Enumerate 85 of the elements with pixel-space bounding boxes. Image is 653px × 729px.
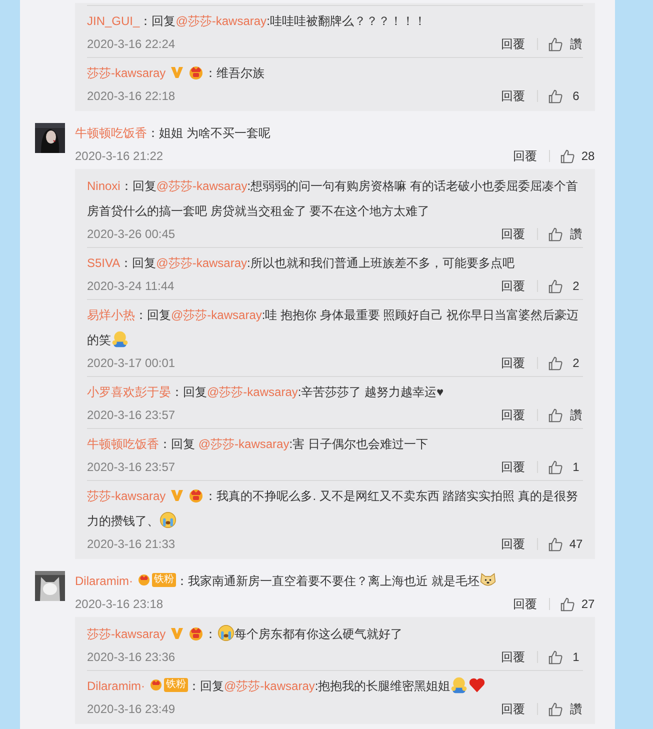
comment-text: 莎莎-kawsaray ：我真的不挣呢么多. 又不是网红又不卖东西 踏踏实实拍照 真的是很努力的攒钱了、 bbox=[87, 486, 580, 531]
comment-text: 牛顿顿吃饭香：姐姐 为啥不买一套呢 bbox=[75, 125, 272, 142]
comment-date: 2020-3-26 00:45 bbox=[87, 226, 176, 243]
thumbs-up-icon bbox=[548, 36, 563, 52]
comment-text: JIN_GUI_：回复@莎莎-kawsaray:哇哇哇被翻牌么？？？！！！ bbox=[87, 13, 427, 30]
reply-link[interactable]: 回覆 bbox=[499, 458, 527, 476]
like-count: 讚 bbox=[569, 407, 583, 424]
like-button[interactable]: 2 bbox=[548, 354, 583, 372]
member-crown-icon bbox=[186, 64, 205, 80]
reply-link[interactable]: 回覆 bbox=[499, 354, 527, 372]
comment-text: 易烊小热：回复@莎莎-kawsaray:哇 抱抱你 身体最重要 照顾好自己 祝你早日当富婆然后豪迈的笑 bbox=[87, 307, 580, 350]
fan-badge: 铁粉 bbox=[164, 678, 188, 692]
comment-date: 2020-3-16 22:18 bbox=[87, 88, 176, 105]
member-crown-icon bbox=[149, 678, 163, 692]
comment-text: 莎莎-kawsaray ： 每个房东都有你这么硬气就好了 bbox=[87, 622, 583, 647]
like-button[interactable]: 28 bbox=[560, 147, 595, 165]
comment-text: Ninoxi：回复@莎莎-kawsaray:想弱弱的问一句有购房资格嘛 有的话老破小也委屈委屈凑个首房首贷什么的搞一套吧 房贷就当交租金了 要不在这个地方太难了 bbox=[87, 178, 579, 220]
comment-date: 2020-3-16 23:49 bbox=[87, 701, 176, 718]
reply-link[interactable]: 回覆 bbox=[499, 648, 527, 666]
comment-date: 2020-3-16 23:57 bbox=[87, 459, 176, 476]
comment-date: 2020-3-16 23:57 bbox=[87, 407, 176, 424]
like-button[interactable]: 讚 bbox=[548, 406, 583, 424]
like-button[interactable]: 1 bbox=[548, 648, 583, 666]
reply-link[interactable]: 回覆 bbox=[499, 535, 527, 553]
like-count: 2 bbox=[572, 278, 580, 295]
like-button[interactable]: 讚 bbox=[548, 35, 583, 53]
member-crown-icon bbox=[137, 573, 151, 587]
comment-text: 莎莎-kawsaray ：维吾尔族 bbox=[87, 63, 266, 82]
reply-link[interactable]: 回覆 bbox=[511, 595, 539, 613]
crying-emoji-icon bbox=[159, 511, 177, 529]
comment-date: 2020-3-16 23:18 bbox=[75, 596, 164, 613]
crying-emoji-icon bbox=[216, 624, 235, 642]
thumbs-up-icon bbox=[560, 596, 575, 612]
like-button[interactable]: 2 bbox=[548, 277, 583, 295]
comment-date: 2020-3-24 11:44 bbox=[87, 278, 174, 295]
comment-text: 小罗喜欢彭于晏：回复@莎莎-kawsaray:辛苦莎莎了 越努力越幸运♥ bbox=[87, 384, 445, 401]
hugging-emoji-icon bbox=[450, 676, 468, 694]
thumbs-up-icon bbox=[548, 460, 563, 474]
member-crown-icon bbox=[186, 625, 205, 641]
like-count: 1 bbox=[572, 459, 580, 476]
verified-v-icon bbox=[170, 626, 184, 640]
like-count: 讚 bbox=[569, 226, 583, 243]
verified-v-icon bbox=[170, 488, 184, 502]
verified-v-icon bbox=[170, 65, 184, 79]
reply-link[interactable]: 回覆 bbox=[499, 87, 527, 105]
like-button[interactable]: 6 bbox=[548, 87, 583, 105]
comment-date: 2020-3-17 00:01 bbox=[87, 355, 176, 372]
heart-icon bbox=[468, 676, 486, 694]
like-button[interactable]: 讚 bbox=[548, 225, 583, 243]
like-count: 讚 bbox=[569, 36, 583, 53]
reply-link[interactable]: 回覆 bbox=[499, 35, 527, 53]
comment-text: 牛顿顿吃饭香：回复 @莎莎-kawsaray:害 日子偶尔也会难过一下 bbox=[87, 436, 429, 453]
like-button[interactable]: 讚 bbox=[548, 700, 583, 718]
fan-badge: 铁粉 bbox=[152, 573, 176, 587]
hugging-emoji-icon bbox=[111, 330, 129, 348]
reply-link[interactable]: 回覆 bbox=[499, 700, 527, 718]
thumbs-up-icon bbox=[548, 88, 563, 104]
thumbs-up-icon bbox=[548, 278, 563, 294]
like-button[interactable]: 27 bbox=[560, 595, 595, 613]
like-button[interactable]: 1 bbox=[548, 458, 583, 476]
comment-date: 2020-3-16 23:36 bbox=[87, 649, 176, 666]
like-count: 6 bbox=[572, 88, 580, 105]
comment-date: 2020-3-16 21:22 bbox=[75, 148, 164, 165]
like-count: 47 bbox=[569, 536, 583, 553]
like-count: 1 bbox=[572, 649, 580, 666]
like-count: 28 bbox=[581, 148, 595, 165]
comment-date: 2020-3-16 22:24 bbox=[87, 36, 176, 53]
thumbs-up-icon bbox=[548, 650, 563, 664]
thumbs-up-icon bbox=[548, 356, 563, 370]
reply-link[interactable]: 回覆 bbox=[511, 147, 539, 165]
thumbs-up-icon bbox=[560, 148, 575, 164]
reply-link[interactable]: 回覆 bbox=[499, 225, 527, 243]
reply-link[interactable]: 回覆 bbox=[499, 277, 527, 295]
thumbs-up-icon bbox=[548, 408, 563, 422]
comment-date: 2020-3-16 21:33 bbox=[87, 536, 176, 553]
thumbs-up-icon bbox=[548, 702, 563, 716]
reply-link[interactable]: 回覆 bbox=[499, 406, 527, 424]
thumbs-up-icon bbox=[548, 536, 563, 552]
like-button[interactable]: 47 bbox=[548, 535, 583, 553]
like-count: 27 bbox=[581, 596, 595, 613]
comment-text: S5IVA：回复@莎莎-kawsaray:所以也就和我们普通上班族差不多，可能要多点吧 bbox=[87, 255, 516, 272]
like-count: 讚 bbox=[569, 701, 583, 718]
like-count: 2 bbox=[572, 355, 580, 372]
thumbs-up-icon bbox=[548, 226, 563, 242]
member-crown-icon bbox=[186, 487, 205, 503]
